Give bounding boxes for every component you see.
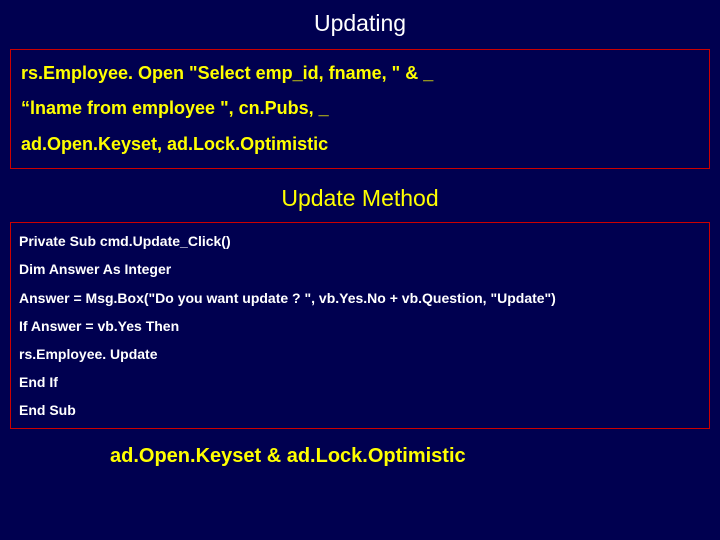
code-line: Answer = Msg.Box("Do you want update ? "… bbox=[19, 284, 701, 312]
code-line: End If bbox=[19, 368, 701, 396]
code-box-open: rs.Employee. Open "Select emp_id, fname,… bbox=[10, 49, 710, 169]
code-box-update: Private Sub cmd.Update_Click() Dim Answe… bbox=[10, 222, 710, 429]
footer-note: ad.Open.Keyset & ad.Lock.Optimistic bbox=[0, 437, 720, 468]
slide-subtitle: Update Method bbox=[0, 179, 720, 218]
code-line: rs.Employee. Update bbox=[19, 340, 701, 368]
code-line: Dim Answer As Integer bbox=[19, 255, 701, 283]
code-line: Private Sub cmd.Update_Click() bbox=[19, 227, 701, 255]
slide-title: Updating bbox=[0, 0, 720, 45]
code-line: “lname from employee ", cn.Pubs, _ bbox=[21, 91, 699, 126]
code-line: End Sub bbox=[19, 396, 701, 424]
code-line: ad.Open.Keyset, ad.Lock.Optimistic bbox=[21, 127, 699, 162]
code-line: If Answer = vb.Yes Then bbox=[19, 312, 701, 340]
code-line: rs.Employee. Open "Select emp_id, fname,… bbox=[21, 56, 699, 91]
